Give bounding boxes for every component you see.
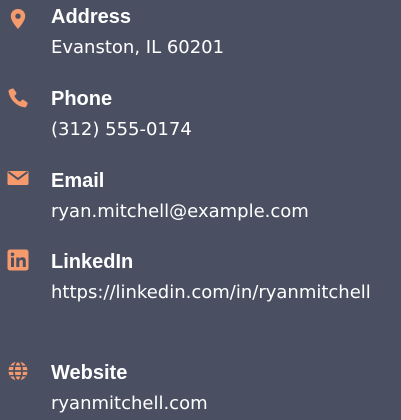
address-label: Address — [51, 6, 132, 28]
email-label: Email — [51, 170, 105, 192]
phone-value: (312) 555-0174 — [51, 119, 192, 140]
map-pin-icon — [7, 8, 29, 30]
linkedin-value[interactable]: https://linkedin.com/in/ryanmitchell — [51, 279, 396, 306]
phone-icon — [7, 87, 29, 109]
email-value[interactable]: ryan.mitchell@example.com — [51, 198, 396, 225]
website-label: Website — [51, 362, 128, 384]
address-value: Evanston, IL 60201 — [51, 37, 225, 58]
phone-label: Phone — [51, 88, 113, 110]
globe-icon — [7, 360, 29, 382]
envelope-icon — [7, 167, 29, 189]
linkedin-label: LinkedIn — [51, 251, 134, 273]
contact-list: Address Evanston, IL 60201 Phone (312) 5… — [0, 0, 401, 420]
linkedin-icon — [7, 249, 29, 271]
website-value[interactable]: ryanmitchell.com — [51, 390, 396, 417]
